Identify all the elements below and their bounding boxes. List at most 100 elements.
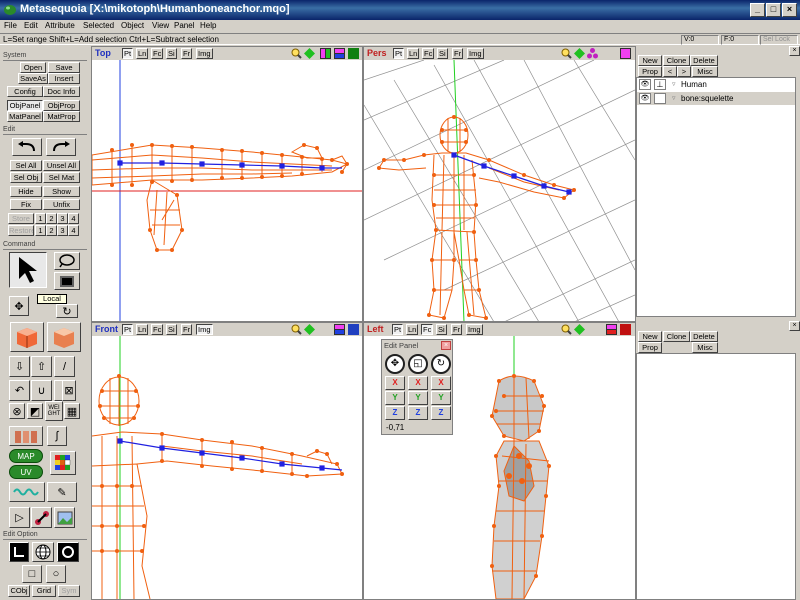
move-y-button[interactable]: Y [385,391,405,405]
orbit-icon[interactable] [587,48,598,59]
uv-button[interactable]: UV [9,465,43,479]
object-prev-button[interactable]: < [663,66,677,77]
menu-selected[interactable]: Selected [83,21,114,30]
save-button[interactable]: Save [48,62,80,73]
scale-y-button[interactable]: Y [408,391,428,405]
rubik-cube-icon[interactable] [50,451,76,475]
object-delete-button[interactable]: Delete [690,55,718,66]
material-misc-button[interactable]: Misc [692,342,718,353]
grid-button[interactable]: Grid [32,585,56,597]
push-icon[interactable]: ⇩ [9,356,30,377]
menu-panel[interactable]: Panel [174,21,194,30]
restore-slot-3[interactable]: 3 [57,225,68,236]
sym-button[interactable]: Sym [58,585,80,597]
tab-si[interactable]: Si [166,48,177,59]
tab-fr[interactable]: Fr [452,48,464,59]
fix-button[interactable]: Fix [10,199,42,210]
pan-icon[interactable] [574,48,585,59]
paint-icon[interactable]: ◩ [27,403,43,419]
material-new-button[interactable]: New [638,331,662,342]
rotate-z-button[interactable]: Z [431,406,451,420]
store-slot-2[interactable]: 2 [46,213,57,224]
matpanel-button[interactable]: MatPanel [7,111,43,122]
wave-icon[interactable] [9,482,45,502]
view-color-icon[interactable] [334,324,345,335]
maximize-button[interactable]: □ [766,3,781,17]
expand-icon[interactable]: ▿ [672,78,676,91]
map-button[interactable]: MAP [9,449,43,463]
object-prop-button[interactable]: Prop [638,66,662,77]
menu-object[interactable]: Object [121,21,144,30]
viewport-front[interactable]: Front Pt Ln Fc Si Fr Img [91,322,363,600]
tab-si[interactable]: Si [166,324,177,335]
unfix-button[interactable]: Unfix [43,199,80,210]
tab-pt[interactable]: Pt [393,48,405,59]
redo-icon[interactable] [46,138,76,156]
screen-coord-icon[interactable] [57,542,79,562]
joint-icon[interactable] [31,507,52,528]
move-x-button[interactable]: X [385,376,405,390]
tab-fc[interactable]: Fc [151,324,164,335]
tab-ln[interactable]: Ln [406,324,419,335]
pen-icon[interactable]: ✎ [47,482,77,502]
hide-button[interactable]: Hide [10,186,42,197]
material-prop-button[interactable]: Prop [638,342,662,353]
view-color-icon[interactable] [606,324,617,335]
object-misc-button[interactable]: Misc [692,66,718,77]
view-color2-icon[interactable] [334,48,345,59]
tab-fr[interactable]: Fr [181,324,193,335]
tab-img[interactable]: Img [196,324,213,335]
delete-face-icon[interactable]: ⊠ [62,380,76,401]
saveas-button[interactable]: SaveAs [18,73,48,84]
tab-fc[interactable]: Fc [151,48,164,59]
pan-icon[interactable] [304,324,315,335]
viewport-top[interactable]: Top Pt Ln Fc Si Fr Img [91,46,363,322]
edit-panel-close-icon[interactable]: × [441,341,451,350]
tab-fc[interactable]: Fc [422,48,435,59]
tab-pt[interactable]: Pt [122,48,134,59]
rect-select-icon[interactable] [54,272,80,290]
no-entry-icon[interactable]: ⊗ [9,403,25,419]
triangle-icon[interactable]: ▷ [9,507,30,528]
rotate-x-button[interactable]: X [431,376,451,390]
knife-icon[interactable]: / [54,356,75,377]
store-button[interactable]: Store [8,213,34,224]
tab-ln[interactable]: Ln [136,48,149,59]
material-panel-close-icon[interactable]: × [789,321,800,331]
rect-option-icon[interactable]: □ [22,565,42,583]
tab-img[interactable]: Img [467,48,484,59]
move-mode-icon[interactable]: ✥ [385,354,405,374]
object-new-button[interactable]: New [638,55,662,66]
create-box-icon[interactable] [10,322,44,352]
open-button[interactable]: Open [20,62,46,73]
store-slot-1[interactable]: 1 [35,213,46,224]
sel-all-button[interactable]: Sel All [10,160,42,171]
config-button[interactable]: Config [7,86,43,97]
sel-mat-button[interactable]: Sel Mat [43,172,80,183]
material-delete-button[interactable]: Delete [690,331,718,342]
bend-icon[interactable]: ↶ [9,380,30,401]
extrude-icon[interactable]: ⇧ [31,356,52,377]
move-z-button[interactable]: Z [385,406,405,420]
create-box2-icon[interactable] [47,322,81,352]
insert-button[interactable]: Insert [48,73,80,84]
scale-x-button[interactable]: X [408,376,428,390]
menu-file[interactable]: File [4,21,17,30]
image-icon[interactable] [54,507,75,528]
show-button[interactable]: Show [43,186,80,197]
globe-icon[interactable] [32,542,54,562]
tab-fc[interactable]: Fc [421,324,434,335]
object-clone-button[interactable]: Clone [663,55,690,66]
object-row[interactable]: 👁 ▿ bone:squelette [637,92,795,105]
store-slot-3[interactable]: 3 [57,213,68,224]
zoom-icon[interactable] [561,324,572,335]
doc-info-button[interactable]: Doc Info [43,86,80,97]
expand-icon[interactable]: ▿ [672,92,676,105]
viewport-perspective[interactable]: Pers Pt Ln Fc Si Fr Img [363,46,636,322]
object-next-button[interactable]: > [677,66,691,77]
tab-img[interactable]: Img [196,48,213,59]
tab-img[interactable]: Img [466,324,483,335]
restore-button[interactable]: Restore [8,225,34,236]
sel-lock-button[interactable]: Sel Lock [760,35,798,45]
lock-icon[interactable] [654,93,666,104]
